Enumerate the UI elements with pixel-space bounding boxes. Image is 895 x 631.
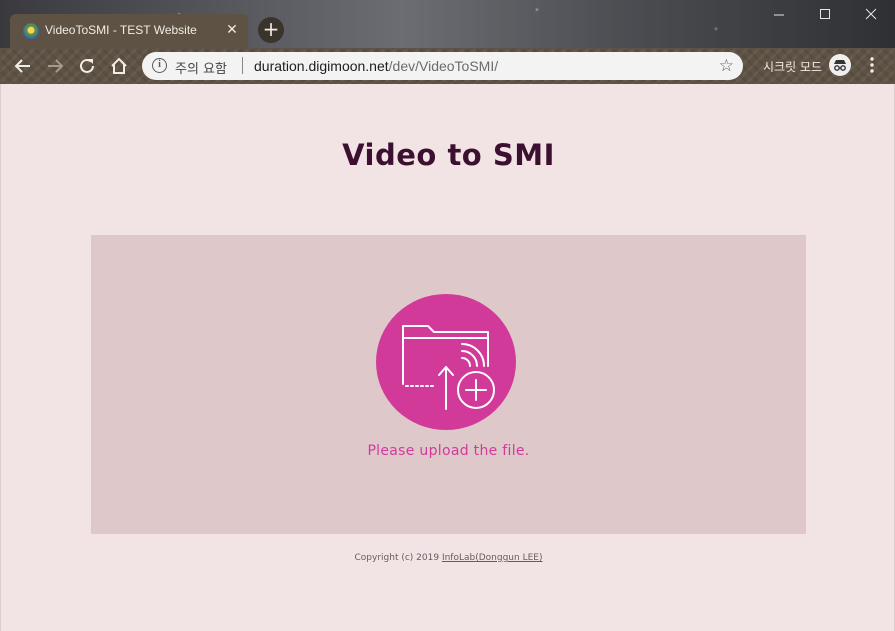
url-host: duration.digimoon.net	[254, 58, 389, 74]
new-tab-button[interactable]: +	[258, 17, 284, 43]
home-icon[interactable]	[107, 54, 131, 78]
copyright-text: Copyright (c) 2019	[354, 553, 442, 563]
minimize-icon[interactable]	[771, 6, 787, 22]
reload-icon[interactable]	[75, 54, 99, 78]
tab-close-icon[interactable]: ✕	[224, 22, 240, 38]
tab-videotosmi[interactable]: VideoToSMI - TEST Website ✕	[10, 14, 248, 48]
close-icon[interactable]	[863, 6, 879, 22]
info-icon[interactable]: i	[152, 58, 167, 73]
security-label[interactable]: 주의 요함	[175, 58, 227, 77]
star-icon[interactable]: ☆	[719, 56, 734, 76]
menu-icon[interactable]	[864, 56, 880, 74]
forward-icon[interactable]	[43, 54, 67, 78]
infolab-link[interactable]: InfoLab	[442, 553, 475, 563]
address-separator	[242, 57, 243, 74]
incognito-icon[interactable]	[829, 54, 851, 76]
folder-upload-icon	[402, 325, 495, 410]
author-link[interactable]: (Donggun LEE)	[475, 553, 542, 563]
browser-titlebar: VideoToSMI - TEST Website ✕ +	[0, 0, 895, 48]
url-path: /dev/VideoToSMI/	[388, 58, 499, 74]
browser-toolbar: i 주의 요함 duration.digimoon.net/dev/VideoT…	[0, 48, 895, 84]
address-bar[interactable]: i 주의 요함 duration.digimoon.net/dev/VideoT…	[142, 52, 743, 80]
url-text[interactable]: duration.digimoon.net/dev/VideoToSMI/	[254, 58, 498, 74]
site-favicon-icon	[23, 23, 39, 39]
tab-title: VideoToSMI - TEST Website	[45, 23, 197, 37]
page-title: Video to SMI	[342, 138, 555, 172]
upload-dropzone[interactable]: Please upload the file.	[91, 235, 806, 534]
upload-prompt: Please upload the file.	[367, 443, 530, 459]
back-icon[interactable]	[11, 54, 35, 78]
upload-button[interactable]	[376, 294, 516, 430]
copyright-footer: Copyright (c) 2019 InfoLab(Donggun LEE)	[1, 553, 895, 563]
maximize-icon[interactable]	[817, 6, 833, 22]
incognito-label: 시크릿 모드	[763, 60, 823, 74]
page-content: Video to SMI Please upload the file. Cop…	[0, 84, 895, 631]
